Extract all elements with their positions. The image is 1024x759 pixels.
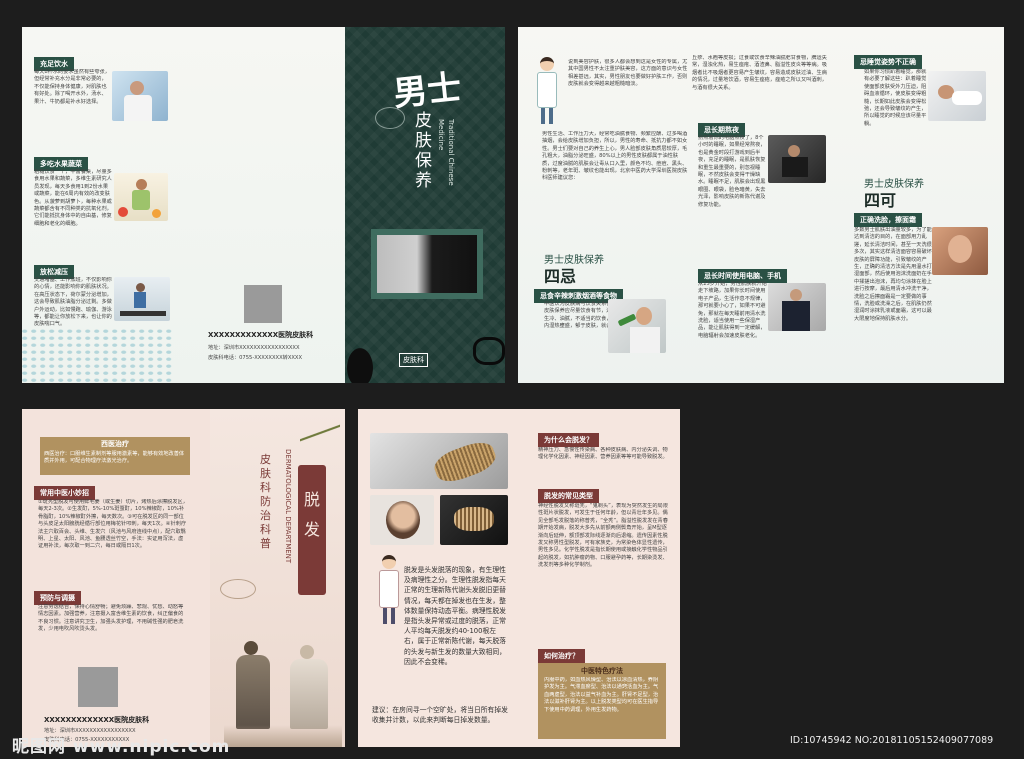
photo-man-sleeping: [928, 71, 986, 121]
photo-bald-head: [370, 495, 434, 545]
ink-painting-elders: [224, 635, 342, 747]
hairloss-types-tag: 脱发的常见类型: [538, 489, 599, 503]
doctor-illustration-icon-2: [378, 555, 400, 627]
photo-hair-on-comb: [370, 433, 508, 489]
qr-code-placeholder-2: [78, 667, 118, 707]
photo-brush: [440, 495, 508, 545]
cover-vertical-title: 皮肤科防治科普: [260, 453, 271, 550]
image-id-footer: ID:10745942 NO:20181105152409077089: [790, 735, 994, 746]
no3-text: 从25岁开始，男性肌肤就开始走下坡路，加果你长时间使用电子产品，生活作息不规律，…: [698, 281, 767, 339]
no2-text: 别熬着你的电脑熬夜了，8个小时的睡眠，如果经常熬夜，也是黄金时段打游戏到后半夜，…: [698, 135, 766, 208]
photo-man-drinking-beer: [608, 299, 666, 353]
bamboo-decoration-icon: [300, 409, 340, 469]
cover-vertical-en: DERMATOLOGICAL DEPARTMENT: [284, 449, 292, 564]
cover-title-hairloss: 脱发: [304, 490, 321, 539]
tcm-tips-text: ①斑秃型脱发可使用鲜毛姜（或生姜）切片，烤热后涂擦脱发区，每天2-3次。②生发酊…: [38, 499, 188, 550]
brochure-hairloss-inner-right: 脱发是头发脱落的现象，有生理性及病理性之分。生理性脱发指每天正常的生理新陈代谢头…: [358, 409, 680, 747]
cover-photo-frame: [371, 229, 483, 299]
col2-text: 丘疹、水疱等皮损；过食或饮食辛辣油腻肥甘食物，脾运失常，湿浊化热，易生痤疮、酒渣…: [692, 55, 827, 91]
side-tag: 忌睡觉姿势不正确: [854, 55, 922, 69]
brochure-men-inner-panel: 充足饮水 每天8杯水的要求虽然有些夸张，但经常补充水分是非常必要的，不仅能保持身…: [22, 27, 345, 383]
photo-man-computer: [768, 135, 826, 183]
tcm-therapy-box: 中医特色疗法 内服中药，如血热风燥型、治法以凉血清热，养阴护发为主。气滞血瘀型、…: [538, 663, 666, 739]
cover-title-banner: 脱发: [298, 465, 326, 595]
section-text-fruits: 粗糙饮食一个，丰富餐桌，尽量多食用水果和蔬菜，多维生素研究人员发现，每天多食用1…: [34, 169, 112, 227]
why-hairloss-text: 精神压力、急慢性传染病、各种皮肤病、内分泌失调、物理化学化因素、神经因素、营养因…: [538, 447, 668, 461]
four-no-title-2: 四忌: [544, 267, 577, 286]
site-watermark: 昵图网 www.nipic.com: [12, 737, 231, 757]
brochure-men-cover: 男士 皮肤保养 Traditional Chinese Medicine 皮肤科: [345, 27, 505, 383]
brochure-hairloss-cover: 皮肤科防治科普 DERMATOLOGICAL DEPARTMENT 脱发: [210, 409, 345, 747]
cover-title-en-1: Traditional Chinese: [447, 119, 455, 186]
intro-text-2: 男性生活、工作压力大，经常吃油腻食物、频繁应酬、过多喝酒抽烟，会给皮肤增加负担，…: [542, 131, 688, 182]
section-text-drink-water: 每天8杯水的要求虽然有些夸张，但经常补充水分是非常必要的，不仅能保持身体健康，对…: [34, 69, 110, 105]
why-hairloss-tag: 为什么会脱发？: [538, 433, 599, 447]
how-to-treat-tag: 如何治疗？: [538, 649, 585, 663]
cover-title-skincare: 皮肤保养: [415, 111, 432, 191]
brochure-hairloss-inner-left: 西医治疗 西医治疗：口服维生素制剂等服用激素等，能够有效地改善体质并外用，可配合…: [22, 409, 345, 747]
cloud-ornament-icon: [375, 107, 405, 129]
cloud-ornament-icon-2: [220, 579, 256, 599]
brochure-men-inner-right: 说到美容护肤，很多人都会想到这是女性的专属，尤其中国男性不太注重护肤美容，这方面…: [518, 27, 1004, 383]
tcm-therapy-text: 内服中药，如血热风燥型、治法以凉血清热，养阴护发为主。气滞血瘀型、治法以通窍活血…: [544, 677, 659, 713]
tcm-tips-tag: 常用中医小妙招: [34, 486, 95, 500]
photo-man-drinking: [112, 71, 168, 121]
sunglasses-decoration: [473, 337, 505, 365]
decorative-splash: [22, 327, 172, 383]
photo-man-treadmill: [114, 277, 170, 321]
prevention-text: 注意劳逸结合，保持心情舒畅；避免烦躁、悲观、忧愁、动怒等情志因素。加强营养，注意…: [38, 604, 184, 633]
photo-man-face: [932, 227, 988, 275]
four-yes-title-2: 四可: [864, 191, 897, 210]
doctor-illustration-icon: [536, 57, 558, 127]
hospital-address: 地址：深圳市XXXXXXXXXXXXXXXXX: [208, 345, 300, 351]
yes1-text: 多数男士肌肤出油量较多，为了能达到清洁的目的，在面部用力乱搓，延长清洁时间，甚至…: [854, 227, 932, 322]
hairloss-advice-text: 建议：在房间寻一个空旷处，将当日所有掉发收集并计数，以此来判断每日掉发数量。: [372, 706, 508, 724]
side-text: 如果你习惯趴着睡觉，那就有必要了解这些：趴着睡觉使面部皮肤受外力压迫，阻碍血液循…: [864, 69, 927, 127]
tcm-therapy-title: 中医特色疗法: [581, 667, 623, 675]
intro-text: 说到美容护肤，很多人都会想到这是女性的专属，尤其中国男性不太注重护肤美容，这方面…: [568, 59, 688, 88]
shoe-decoration: [345, 345, 375, 383]
cover-title-en-2: Medicine: [437, 119, 445, 151]
hairloss-types-text: 神经性脱发又称斑秃，“鬼剃头”，表现为突然发生的局限性斑片状脱发，可发生于任何年…: [538, 503, 668, 569]
hairloss-intro-text: 脱发是头发脱落的现象，有生理性及病理性之分。生理性脱发指每天正常的生理新陈代谢头…: [404, 566, 506, 666]
hospital-name: XXXXXXXXXXXXX医院皮肤科: [208, 331, 314, 339]
photo-man-phone: [768, 283, 826, 331]
cover-title-men: 男士: [391, 67, 464, 115]
yes1-tag: 正确洗脸，擦面霜: [854, 213, 922, 227]
photo-woman-fruits: [114, 173, 168, 221]
prevention-tag: 预防与调摄: [34, 591, 81, 605]
hospital-phone: 皮肤科电话：0755-XXXXXXXX转XXXX: [208, 355, 303, 361]
western-treatment-text: 西医治疗：口服维生素制剂等服用激素等，能够有效地改善体质并外用，可配合物理疗法激…: [40, 449, 190, 475]
hospital-name-2: XXXXXXXXXXXXX医院皮肤科: [44, 716, 150, 724]
qr-code-placeholder: [244, 285, 282, 323]
cover-badge: 皮肤科: [399, 353, 428, 367]
